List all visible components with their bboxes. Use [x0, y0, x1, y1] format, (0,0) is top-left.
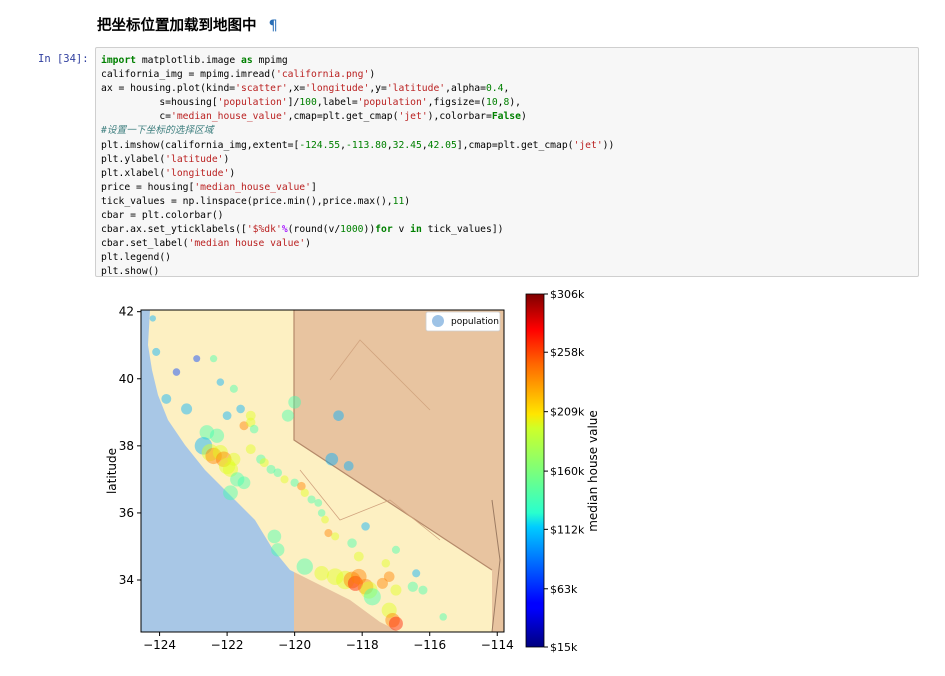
scatter-point: [161, 393, 172, 404]
colorbar-tick-label: $209k: [550, 406, 585, 419]
scatter-point: [281, 409, 294, 422]
x-tick-label: −124: [143, 638, 176, 652]
scatter-point: [407, 581, 418, 592]
colorbar-tick-label: $306k: [550, 288, 585, 301]
scatter-point: [391, 545, 400, 554]
scatter-point: [325, 452, 339, 466]
scatter-point: [152, 347, 161, 356]
scatter-point: [222, 411, 232, 421]
scatter-point: [172, 368, 181, 376]
colorbar-ticks: $15k $63k $112k $160k $209k $258k $306k: [544, 288, 585, 654]
scatter-point: [280, 475, 289, 484]
colorbar-tick-label: $160k: [550, 465, 585, 478]
scatter-point: [273, 468, 283, 477]
scatter-point: [390, 584, 402, 596]
output-figure: 34 36 38 40 42 −124 −122 −120 −118 −116 −114 lati…: [105, 288, 600, 654]
y-tick-label: 42: [119, 305, 134, 319]
x-tick-label: −116: [413, 638, 446, 652]
x-axis: −124 −122 −120 −118 −116 −114: [143, 632, 514, 652]
scatter-point: [439, 613, 447, 621]
y-tick-label: 34: [119, 573, 134, 587]
scatter-point: [267, 529, 282, 544]
colorbar-tick-label: $15k: [550, 641, 578, 654]
x-tick-label: −114: [481, 638, 514, 652]
scatter-point: [317, 509, 326, 517]
colorbar: [525, 293, 545, 648]
y-tick-label: 38: [119, 439, 134, 453]
scatter-point: [343, 461, 354, 471]
x-tick-label: −120: [278, 638, 311, 652]
legend: population: [425, 311, 501, 332]
scatter-point: [193, 355, 201, 363]
y-axis-label: latitude: [105, 448, 119, 494]
scatter-point: [249, 424, 259, 434]
scatter-point: [307, 495, 316, 504]
y-tick-label: 36: [119, 506, 134, 520]
x-tick-label: −122: [211, 638, 244, 652]
y-axis: 34 36 38 40 42: [119, 305, 141, 587]
scatter-point: [237, 476, 251, 490]
scatter-point: [288, 395, 302, 409]
scatter-point: [361, 522, 370, 531]
scatter-point: [209, 355, 218, 363]
colorbar-tick-label: $63k: [550, 583, 578, 596]
x-tick-label: −118: [346, 638, 379, 652]
scatter-point: [259, 458, 269, 468]
scatter-point: [216, 378, 225, 386]
legend-label: population: [451, 317, 499, 327]
legend-marker: [432, 315, 444, 327]
scatter-point: [223, 485, 238, 501]
scatter-point: [388, 616, 403, 631]
scatter-point: [227, 452, 241, 466]
scatter-point: [412, 569, 421, 578]
scatter-point: [236, 404, 245, 414]
y-tick-label: 40: [119, 372, 134, 386]
scatter-point: [321, 515, 329, 524]
scatter-point: [229, 384, 238, 393]
scatter-point: [296, 558, 313, 575]
colorbar-tick-label: $258k: [550, 346, 585, 359]
scatter-point: [314, 566, 329, 581]
scatter-point: [271, 543, 285, 557]
scatter-point: [333, 410, 344, 421]
scatter-point: [314, 498, 323, 507]
colorbar-tick-label: $112k: [550, 523, 585, 536]
scatter-point: [381, 558, 391, 568]
scatter-point: [363, 588, 381, 606]
scatter-point: [300, 488, 309, 497]
scatter-point: [245, 444, 256, 455]
scatter-point: [383, 571, 395, 582]
scatter-point: [353, 551, 364, 562]
scatter-point: [418, 585, 428, 595]
colorbar-label: median house value: [586, 410, 600, 532]
scatter-point: [331, 532, 340, 541]
scatter-point: [181, 403, 193, 415]
scatter-point: [347, 538, 357, 548]
scatter-point: [149, 315, 157, 322]
